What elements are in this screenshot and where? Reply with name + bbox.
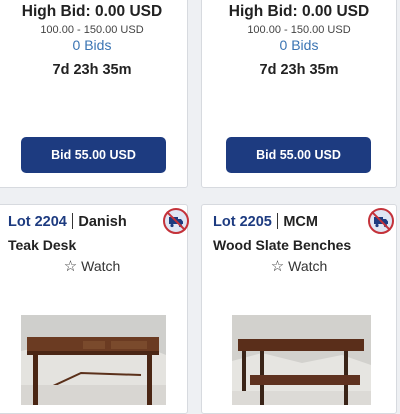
lot-title[interactable]: Danish: [78, 214, 126, 230]
bid-button[interactable]: Bid 55.00 USD: [21, 137, 166, 173]
bid-count-link[interactable]: 0 Bids: [0, 37, 187, 53]
star-outline-icon: ☆: [63, 258, 78, 275]
lot-heading[interactable]: Lot 2205 MCM: [213, 213, 318, 230]
lot-card-2205[interactable]: Lot 2205 MCM Wood Slate Benches ☆ Watch: [201, 204, 397, 414]
estimate-range: 100.00 - 150.00 USD: [247, 24, 351, 36]
lot-title-continued[interactable]: Teak Desk: [8, 237, 76, 253]
time-left: 7d 23h 35m: [259, 62, 339, 78]
bid-button[interactable]: Bid 55.00 USD: [226, 137, 371, 173]
lot-photo[interactable]: [21, 315, 166, 405]
lot-card-2204[interactable]: Lot 2204 Danish Teak Desk ☆ Watch: [0, 204, 189, 414]
watch-button[interactable]: ☆ Watch: [0, 257, 187, 275]
divider: [276, 213, 279, 229]
lot-card-top-right: High Bid: 0.00 USD 100.00 - 150.00 USD 0…: [201, 0, 397, 188]
lot-number[interactable]: Lot 2205: [213, 214, 272, 230]
no-shipping-icon: [368, 208, 394, 234]
watch-label: Watch: [81, 258, 121, 274]
estimate-range: 100.00 - 150.00 USD: [40, 24, 144, 36]
watch-label: Watch: [288, 258, 328, 274]
lot-title-continued[interactable]: Wood Slate Benches: [213, 237, 351, 253]
high-bid: High Bid: 0.00 USD: [228, 3, 370, 20]
lot-number[interactable]: Lot 2204: [8, 214, 67, 230]
bid-count-link[interactable]: 0 Bids: [202, 37, 396, 53]
lot-photo[interactable]: [232, 315, 371, 405]
high-bid: High Bid: 0.00 USD: [21, 3, 163, 20]
watch-button[interactable]: ☆ Watch: [202, 257, 396, 275]
lot-title[interactable]: MCM: [283, 214, 318, 230]
divider: [71, 213, 74, 229]
star-outline-icon: ☆: [270, 258, 285, 275]
lot-card-top-left: High Bid: 0.00 USD 100.00 - 150.00 USD 0…: [0, 0, 188, 188]
time-left: 7d 23h 35m: [52, 62, 132, 78]
lot-heading[interactable]: Lot 2204 Danish: [8, 213, 127, 230]
no-shipping-icon: [163, 208, 189, 234]
